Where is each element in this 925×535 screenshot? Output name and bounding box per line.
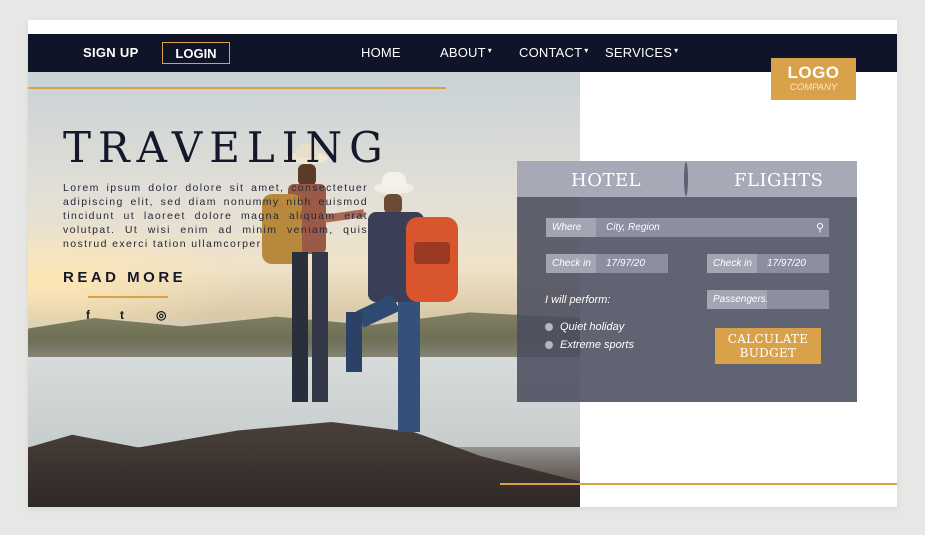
where-label: Where: [546, 218, 596, 237]
facebook-icon[interactable]: f: [86, 308, 90, 322]
twitter-icon[interactable]: t: [120, 308, 124, 322]
booking-panel: HOTEL FLIGHTS Where City, Region ⚲ Check…: [517, 161, 857, 402]
instagram-icon[interactable]: ◎: [156, 308, 166, 322]
calculate-budget-button[interactable]: CALCULATE BUDGET: [715, 328, 821, 364]
hero-title: TRAVELING: [63, 123, 390, 172]
passengers-value[interactable]: [767, 290, 829, 309]
nav-about-label: ABOUT: [440, 45, 486, 60]
perform-label: I will perform:: [545, 294, 611, 306]
logo-tagline: COMPANY: [789, 82, 838, 93]
nav-about[interactable]: ABOUT ▾: [440, 45, 492, 60]
checkin-value-1: 17/97/20: [596, 254, 668, 273]
company-logo[interactable]: LOGO COMPANY: [771, 58, 856, 100]
read-more-link[interactable]: READ MORE: [63, 269, 186, 286]
tab-flights[interactable]: FLIGHTS: [734, 170, 823, 191]
nav-contact[interactable]: CONTACT ▾: [519, 45, 588, 60]
tab-hotel[interactable]: HOTEL: [571, 170, 641, 191]
signup-link[interactable]: SIGN UP: [83, 45, 139, 60]
where-value: City, Region: [606, 222, 660, 233]
chevron-down-icon: ▾: [674, 46, 679, 55]
passengers-label: Passengers:: [707, 290, 769, 309]
hero-description: Lorem ipsum dolor dolore sit amet, conse…: [63, 182, 368, 250]
checkin-field-2[interactable]: Check in 17/97/20: [707, 254, 829, 273]
radio-button[interactable]: [545, 341, 553, 349]
login-button[interactable]: LOGIN: [162, 42, 230, 64]
radio-button[interactable]: [545, 323, 553, 331]
nav-services-label: SERVICES: [605, 45, 673, 60]
nav-home-label: HOME: [361, 45, 401, 60]
checkin-field-1[interactable]: Check in 17/97/20: [546, 254, 668, 273]
option-label: Quiet holiday: [560, 321, 625, 333]
checkin-label-1: Check in: [546, 254, 596, 273]
option-extreme-sports[interactable]: Extreme sports: [545, 339, 634, 351]
checkin-value-2: 17/97/20: [757, 254, 829, 273]
where-input[interactable]: City, Region ⚲: [596, 218, 829, 237]
logo-text: LOGO: [787, 63, 840, 82]
nav-home[interactable]: HOME: [361, 45, 401, 60]
decorative-line-bottom: [500, 483, 897, 485]
tab-divider: [684, 162, 688, 196]
where-field[interactable]: Where City, Region ⚲: [546, 218, 829, 237]
search-icon[interactable]: ⚲: [816, 221, 824, 234]
booking-tabs: HOTEL FLIGHTS: [517, 161, 857, 197]
landing-page: SIGN UP LOGIN HOME ABOUT ▾ CONTACT ▾ SERVI…: [28, 20, 897, 507]
top-navbar: SIGN UP LOGIN HOME ABOUT ▾ CONTACT ▾ SERVI…: [28, 34, 897, 72]
passengers-field[interactable]: Passengers:: [707, 290, 829, 309]
nav-contact-label: CONTACT: [519, 45, 583, 60]
option-quiet-holiday[interactable]: Quiet holiday: [545, 321, 624, 333]
checkin-label-2: Check in: [707, 254, 757, 273]
nav-services[interactable]: SERVICES ▾: [605, 45, 678, 60]
decorative-line: [28, 87, 446, 89]
read-more-underline: [88, 296, 168, 298]
chevron-down-icon: ▾: [584, 46, 589, 55]
option-label: Extreme sports: [560, 339, 634, 351]
chevron-down-icon: ▾: [487, 46, 493, 55]
